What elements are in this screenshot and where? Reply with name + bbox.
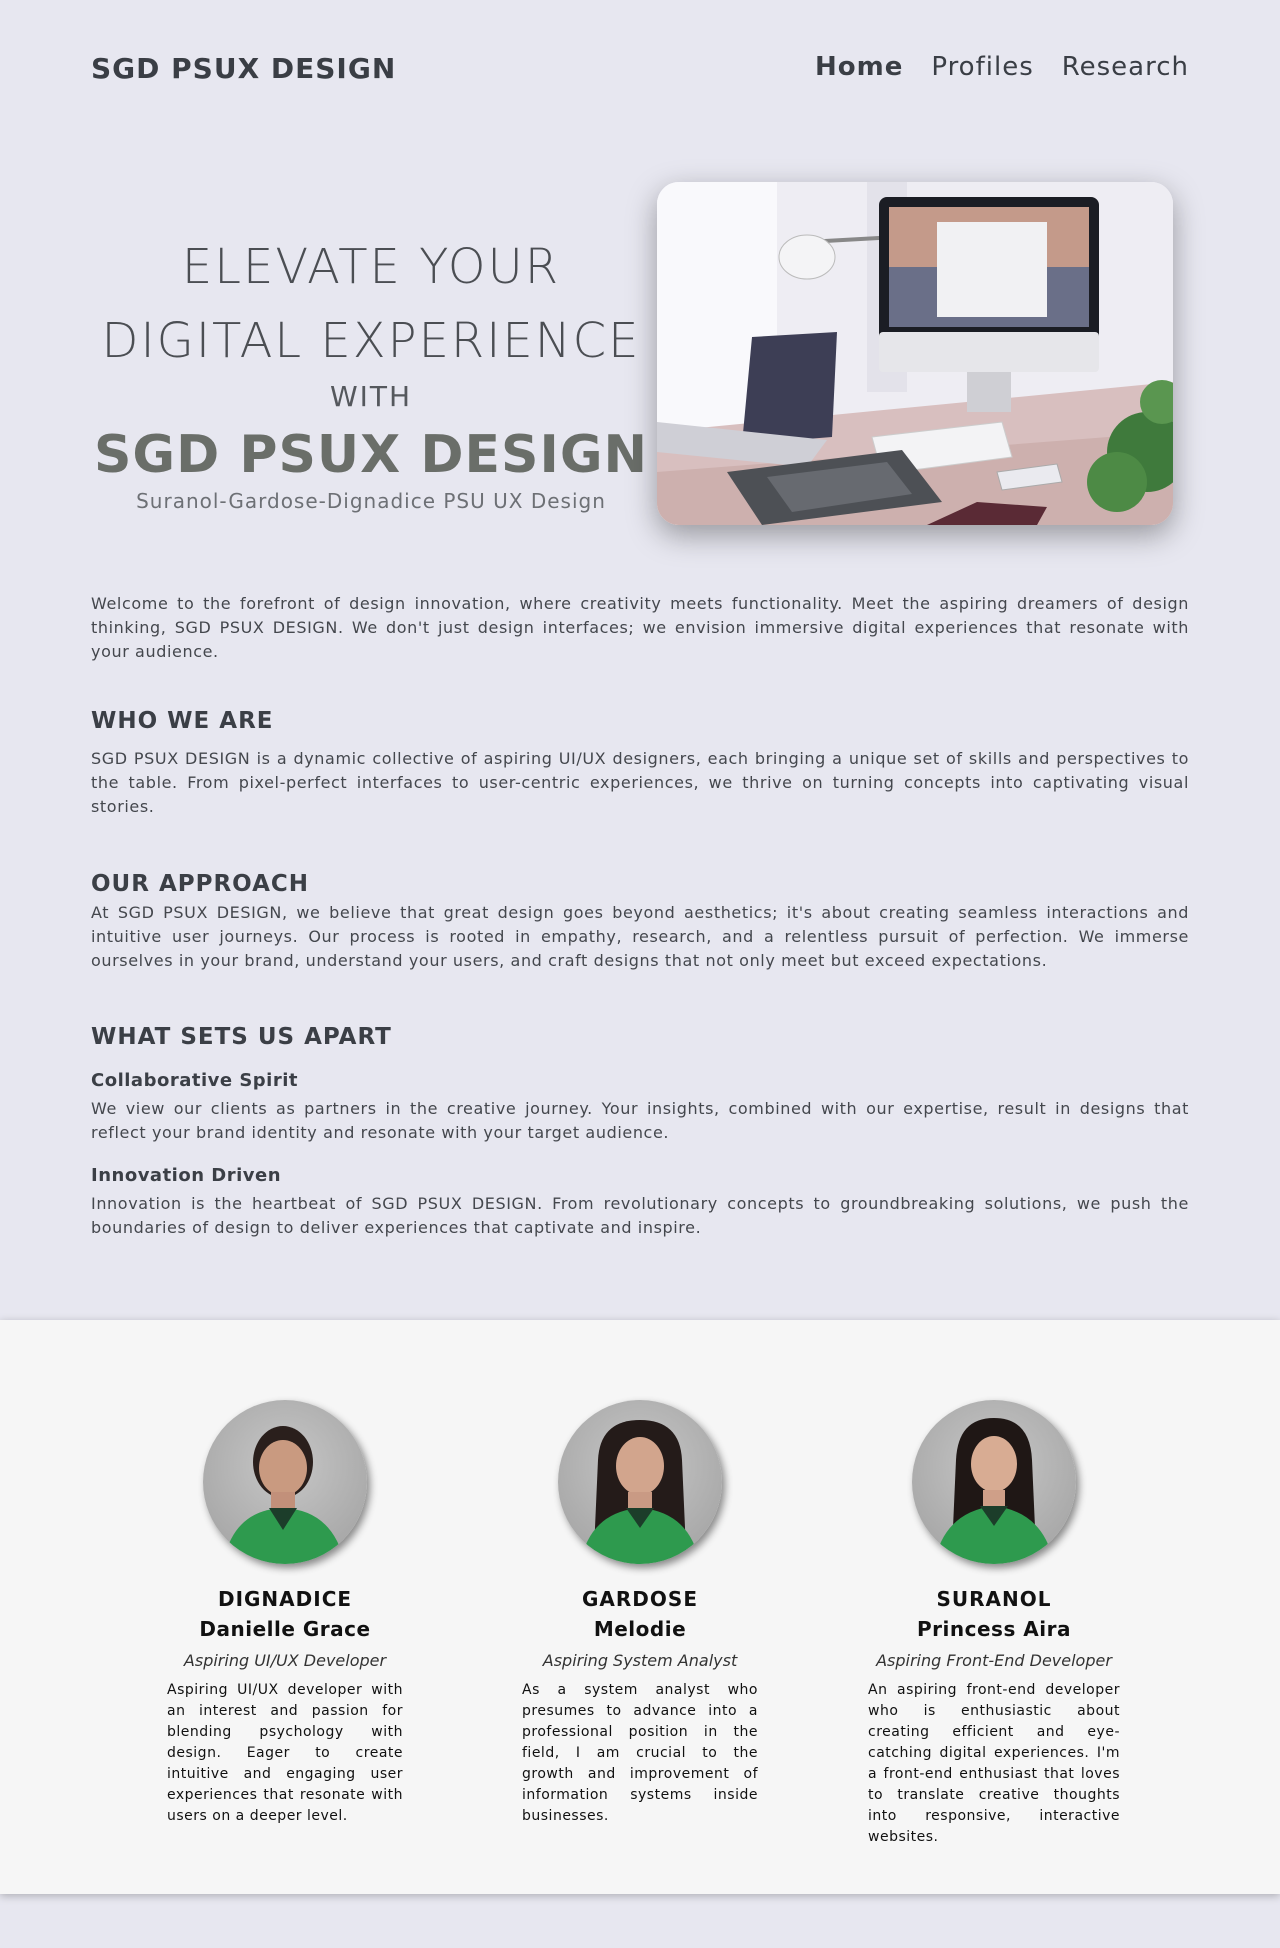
member-first-name: Melodie — [593, 1617, 687, 1641]
apart-section: WHAT SETS US APART Collaborative Spirit … — [91, 1024, 1189, 1240]
hero-line-1: ELEVATE YOUR — [181, 239, 561, 295]
team-member-card: SURANOL Princess Aira Aspiring Front-End… — [864, 1400, 1124, 1848]
approach-title: OUR APPROACH — [91, 871, 310, 897]
hero-subtitle: Suranol-Gardose-Dignadice PSU UX Design — [136, 489, 606, 513]
approach-text: At SGD PSUX DESIGN, we believe that grea… — [91, 903, 1189, 970]
hero-brand: SGD PSUX DESIGN — [93, 425, 649, 485]
member-last-name: DIGNADICE — [217, 1587, 353, 1611]
team-member-card: DIGNADICE Danielle Grace Aspiring UI/UX … — [155, 1400, 415, 1827]
member-role: Aspiring UI/UX Developer — [183, 1651, 387, 1670]
nav-profiles[interactable]: Profiles — [931, 52, 1033, 82]
member-description: Aspiring UI/UX developer with an interes… — [167, 1682, 403, 1824]
nav-home[interactable]: Home — [815, 52, 903, 82]
member-description: An aspiring front-end developer who is e… — [868, 1682, 1120, 1845]
main-nav: Home Profiles Research — [815, 52, 1189, 82]
hero-line-2: DIGITAL EXPERIENCE — [101, 313, 641, 369]
site-header: SGD PSUX DESIGN Home Profiles Research — [91, 52, 1189, 92]
intro-text: Welcome to the forefront of design innov… — [91, 594, 1189, 661]
intro-section: Welcome to the forefront of design innov… — [91, 592, 1189, 664]
team-section: DIGNADICE Danielle Grace Aspiring UI/UX … — [0, 1320, 1280, 1894]
apart-item-title: Innovation Driven — [91, 1165, 282, 1186]
apart-item-title: Collaborative Spirit — [91, 1070, 298, 1091]
member-description: As a system analyst who presumes to adva… — [522, 1682, 758, 1824]
hero-with: WITH — [329, 380, 413, 413]
member-last-name: SURANOL — [936, 1587, 1052, 1611]
avatar — [203, 1400, 367, 1564]
member-first-name: Danielle Grace — [199, 1617, 371, 1641]
who-we-are-section: WHO WE ARE SGD PSUX DESIGN is a dynamic … — [91, 708, 1189, 819]
apart-title: WHAT SETS US APART — [91, 1024, 392, 1050]
member-last-name: GARDOSE — [582, 1587, 698, 1611]
who-we-are-title: WHO WE ARE — [91, 708, 274, 734]
hero-heading: ELEVATE YOUR DIGITAL EXPERIENCE WITH SGD… — [91, 230, 651, 514]
apart-item-text: Innovation is the heartbeat of SGD PSUX … — [91, 1194, 1189, 1237]
apart-item-text: We view our clients as partners in the c… — [91, 1099, 1189, 1142]
member-role: Aspiring Front-End Developer — [876, 1651, 1112, 1670]
who-we-are-text: SGD PSUX DESIGN is a dynamic collective … — [91, 749, 1189, 816]
avatar — [912, 1400, 1076, 1564]
nav-research[interactable]: Research — [1062, 52, 1189, 82]
team-member-card: GARDOSE Melodie Aspiring System Analyst … — [510, 1400, 770, 1827]
member-first-name: Princess Aira — [917, 1617, 1071, 1641]
hero-workspace-image — [657, 182, 1173, 525]
avatar — [558, 1400, 722, 1564]
brand-logo[interactable]: SGD PSUX DESIGN — [91, 52, 396, 85]
member-role: Aspiring System Analyst — [542, 1651, 738, 1670]
approach-section: OUR APPROACH At SGD PSUX DESIGN, we beli… — [91, 871, 1189, 973]
